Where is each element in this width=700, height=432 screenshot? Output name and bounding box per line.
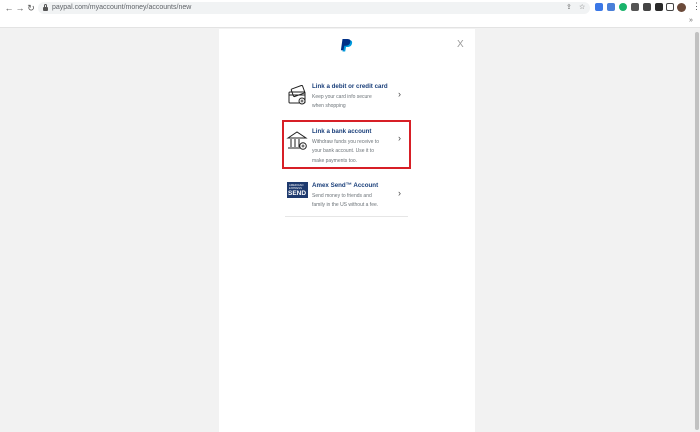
extension-grammarly-icon[interactable]: [619, 3, 627, 11]
scrollbar-thumb[interactable]: [695, 32, 699, 430]
amex-send-title[interactable]: Amex Send™ Account: [312, 181, 378, 190]
forward-arrow-icon[interactable]: →: [15, 3, 25, 13]
amex-send-description: Send money to friends and family in the …: [312, 193, 379, 209]
link-card-description: Keep your card info secure when shopping: [312, 94, 372, 110]
address-bar[interactable]: paypal.com/myaccount/money/accounts/new …: [38, 2, 590, 14]
paypal-logo-icon: [340, 39, 353, 52]
extension-flag-icon[interactable]: [655, 3, 663, 11]
bookmarks-overflow-icon[interactable]: »: [689, 17, 693, 25]
close-modal-icon[interactable]: X: [457, 40, 464, 50]
scrollbar[interactable]: [694, 30, 700, 432]
amex-send-option[interactable]: Amex Send™ Account Send money to friends…: [285, 181, 409, 211]
extension-translate-icon[interactable]: [607, 3, 615, 11]
reload-icon[interactable]: ↻: [26, 3, 36, 13]
profile-avatar[interactable]: [677, 3, 686, 12]
extension-doc-icon[interactable]: [595, 3, 603, 11]
link-card-title[interactable]: Link a debit or credit card: [312, 82, 388, 91]
credit-card-icon: [288, 85, 306, 105]
link-bank-description: Withdraw funds you receive to your bank …: [312, 139, 379, 164]
back-arrow-icon[interactable]: ←: [4, 3, 14, 13]
extension-gear-icon[interactable]: [631, 3, 639, 11]
extensions-puzzle-icon[interactable]: [643, 3, 651, 11]
lock-icon[interactable]: [43, 4, 48, 11]
url-text[interactable]: paypal.com/myaccount/money/accounts/new: [52, 3, 191, 13]
side-panel-icon[interactable]: [666, 3, 674, 11]
chevron-right-icon[interactable]: ›: [398, 133, 401, 143]
chevron-right-icon[interactable]: ›: [398, 89, 401, 99]
share-icon[interactable]: ⇪: [566, 4, 572, 12]
chevron-right-icon[interactable]: ›: [398, 188, 401, 198]
bookmark-star-icon[interactable]: ☆: [579, 4, 585, 12]
list-divider: [285, 216, 408, 217]
link-bank-title[interactable]: Link a bank account: [312, 127, 371, 136]
browser-toolbar: ← → ↻ paypal.com/myaccount/money/account…: [0, 0, 700, 28]
browser-menu-icon[interactable]: ⋮: [692, 1, 700, 11]
link-bank-option[interactable]: Link a bank account Withdraw funds you r…: [285, 127, 409, 165]
link-card-option[interactable]: Link a debit or credit card Keep your ca…: [285, 82, 409, 112]
bank-icon: [286, 131, 308, 150]
